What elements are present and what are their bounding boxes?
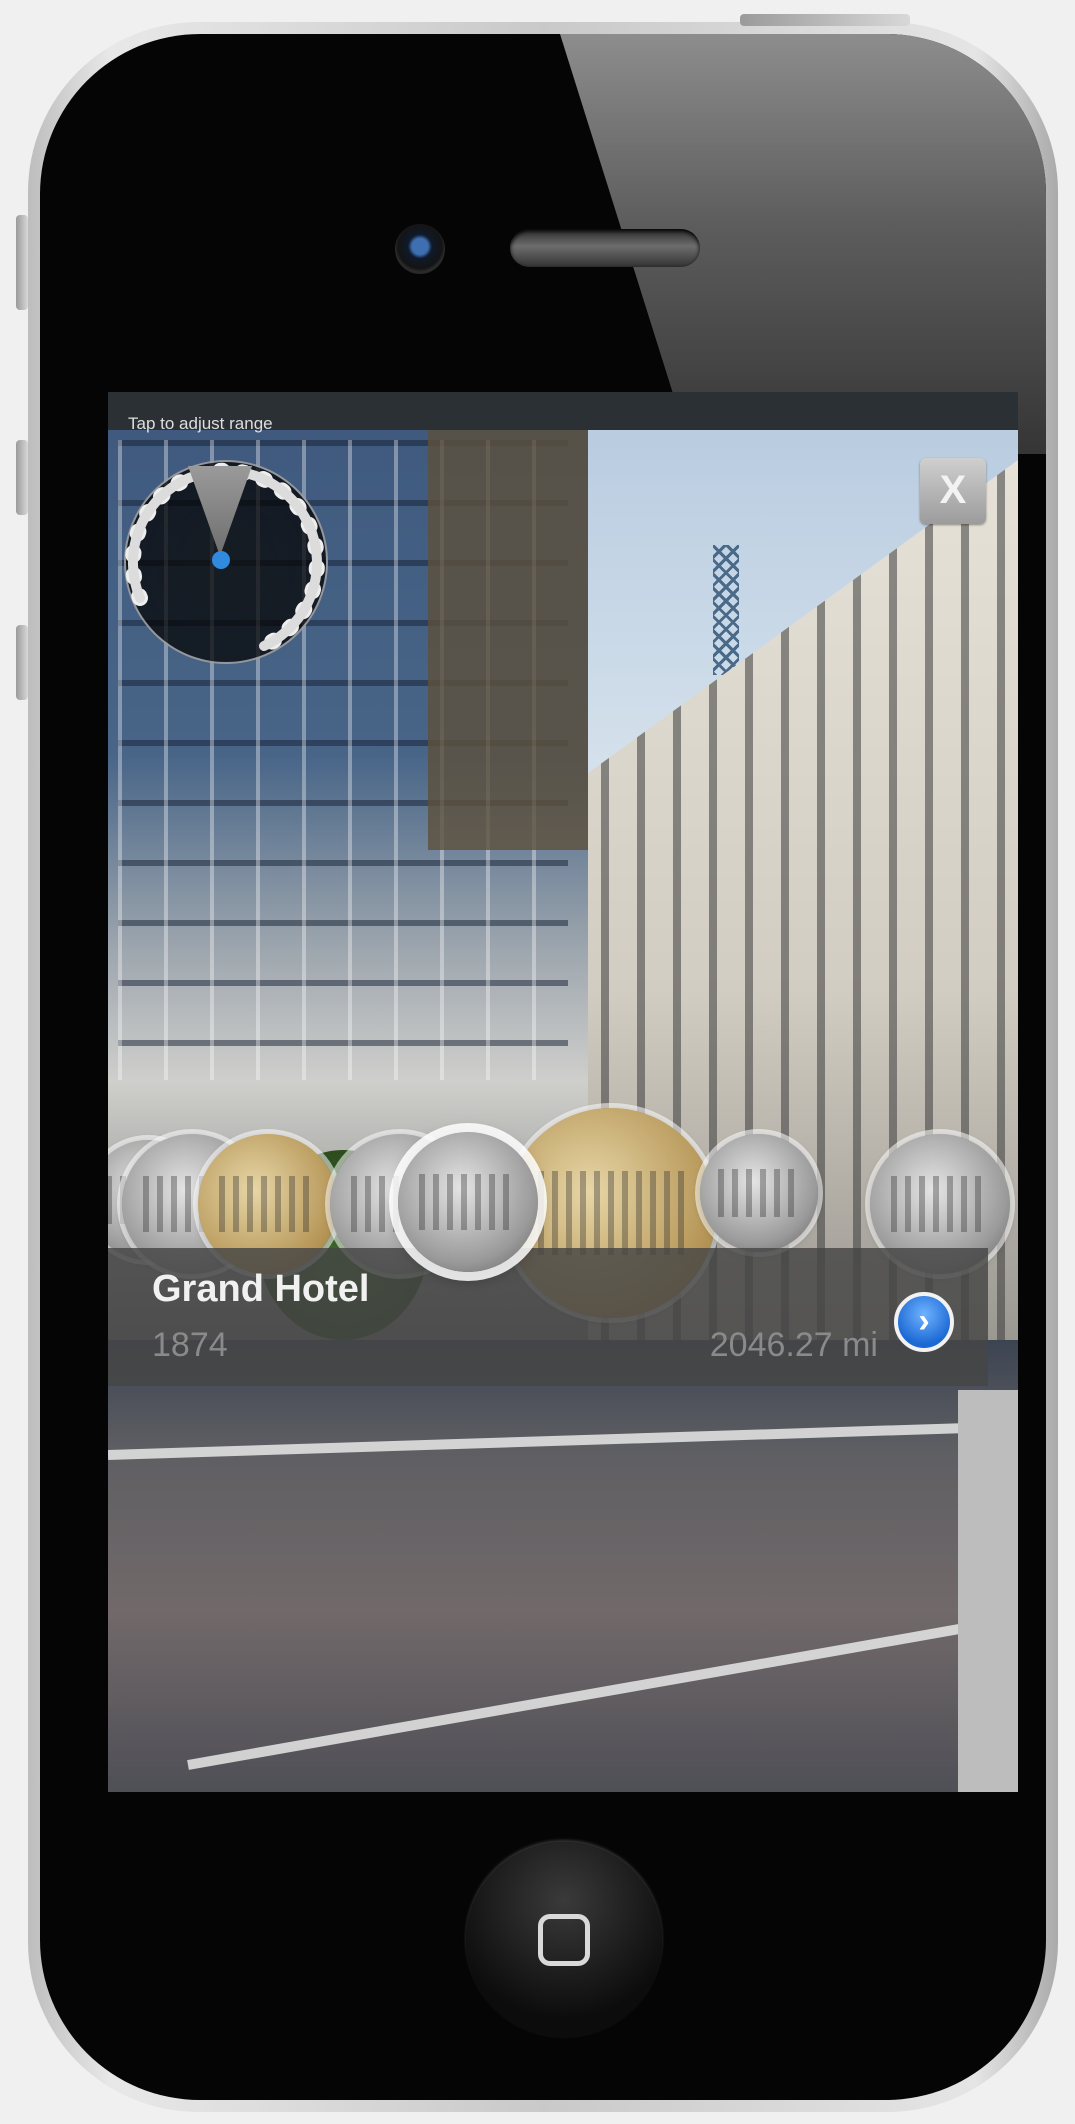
historic-photo-bubble[interactable] (700, 1134, 818, 1252)
home-icon (538, 1914, 590, 1966)
chevron-right-icon: › (918, 1302, 930, 1340)
volume-up-button (16, 440, 28, 515)
app-screen: Tap to adjust range X Grand Hotel 1874 2… (108, 392, 1018, 1792)
range-hint: Tap to adjust range (128, 414, 273, 433)
details-button[interactable]: › (894, 1292, 954, 1352)
user-location-dot (212, 551, 230, 569)
home-button[interactable] (466, 1842, 662, 2038)
sidewalk-curb (958, 1390, 1018, 1792)
location-year: 1874 (152, 1326, 228, 1364)
mute-switch (16, 215, 28, 310)
sleep-button (740, 14, 910, 26)
close-icon: X (939, 468, 967, 512)
street (108, 1340, 1018, 1792)
location-name: Grand Hotel (152, 1268, 370, 1310)
volume-down-button (16, 625, 28, 700)
front-camera (395, 224, 445, 274)
tower-middle-section (428, 430, 588, 850)
selected-historic-photo[interactable] (398, 1132, 538, 1272)
location-info-panel[interactable]: Grand Hotel 1874 2046.27 mi › (108, 1248, 988, 1386)
earpiece-speaker (510, 229, 700, 267)
close-button[interactable]: X (920, 458, 986, 524)
antenna-mast (713, 545, 739, 675)
location-distance: 2046.27 mi (709, 1326, 878, 1364)
